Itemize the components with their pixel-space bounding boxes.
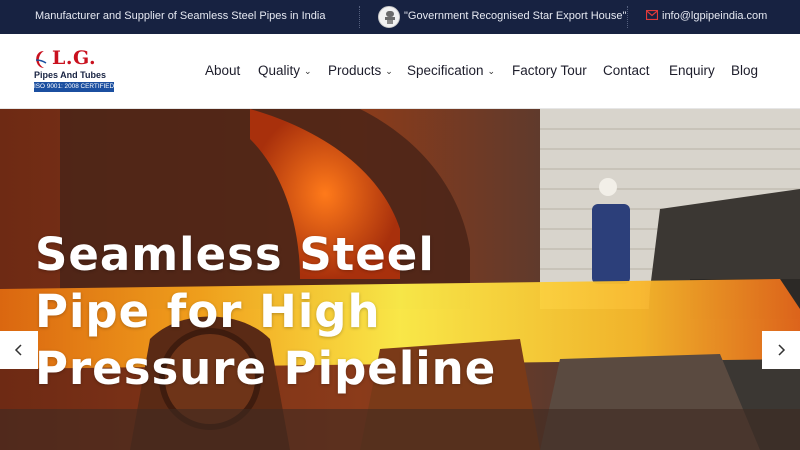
logo-swoosh-icon xyxy=(35,51,47,68)
export-house-text: "Government Recognised Star Export House… xyxy=(404,10,627,22)
nav-label: Specification xyxy=(407,63,484,78)
government-emblem-icon xyxy=(378,6,400,28)
top-info-bar: Manufacturer and Supplier of Seamless St… xyxy=(0,0,800,34)
nav-quality[interactable]: Quality ⌄ xyxy=(258,63,312,78)
nav-contact[interactable]: Contact xyxy=(603,63,650,78)
nav-label: About xyxy=(205,63,241,78)
chevron-right-icon xyxy=(778,344,786,356)
nav-label: Contact xyxy=(603,63,650,78)
nav-label: Products xyxy=(328,63,382,78)
hero-title-line: Pipe for High xyxy=(35,285,381,338)
logo-letters: L.G. xyxy=(52,47,97,69)
iso-certification-badge: ISO 9001: 2008 CERTIFIED xyxy=(34,82,115,92)
divider xyxy=(359,6,360,28)
site-header: L.G. Pipes And Tubes ISO 9001: 2008 CERT… xyxy=(0,34,800,109)
divider xyxy=(627,6,628,28)
slider-next-button[interactable] xyxy=(762,331,800,369)
nav-label: Enquiry xyxy=(669,63,715,78)
company-logo[interactable]: L.G. Pipes And Tubes ISO 9001: 2008 CERT… xyxy=(34,47,116,93)
nav-label: Factory Tour xyxy=(512,63,587,78)
hero-title-line: Pressure Pipeline xyxy=(35,342,497,395)
nav-factory-tour[interactable]: Factory Tour xyxy=(512,63,587,78)
hero-title: Seamless Steel Pipe for High Pressure Pi… xyxy=(35,226,515,397)
nav-label: Quality xyxy=(258,63,301,78)
envelope-icon xyxy=(645,9,659,23)
nav-blog[interactable]: Blog xyxy=(731,63,758,78)
logo-subtitle: Pipes And Tubes xyxy=(34,70,107,80)
slider-prev-button[interactable] xyxy=(0,331,38,369)
nav-label: Blog xyxy=(731,63,759,78)
chevron-down-icon: ⌄ xyxy=(304,66,312,76)
chevron-left-icon xyxy=(14,344,22,356)
chevron-down-icon: ⌄ xyxy=(487,66,496,76)
hero-slider: Seamless Steel Pipe for High Pressure Pi… xyxy=(0,109,800,450)
nav-products[interactable]: Products ⌄ xyxy=(328,63,393,78)
email-link[interactable]: info@lgpipeindia.com xyxy=(662,10,767,22)
nav-about[interactable]: About xyxy=(205,63,240,78)
company-tagline: Manufacturer and Supplier of Seamless St… xyxy=(35,10,326,22)
hero-title-line: Seamless Steel xyxy=(35,228,435,281)
nav-specification[interactable]: Specification ⌄ xyxy=(407,63,495,78)
nav-enquiry[interactable]: Enquiry xyxy=(669,63,715,78)
chevron-down-icon: ⌄ xyxy=(385,66,393,76)
